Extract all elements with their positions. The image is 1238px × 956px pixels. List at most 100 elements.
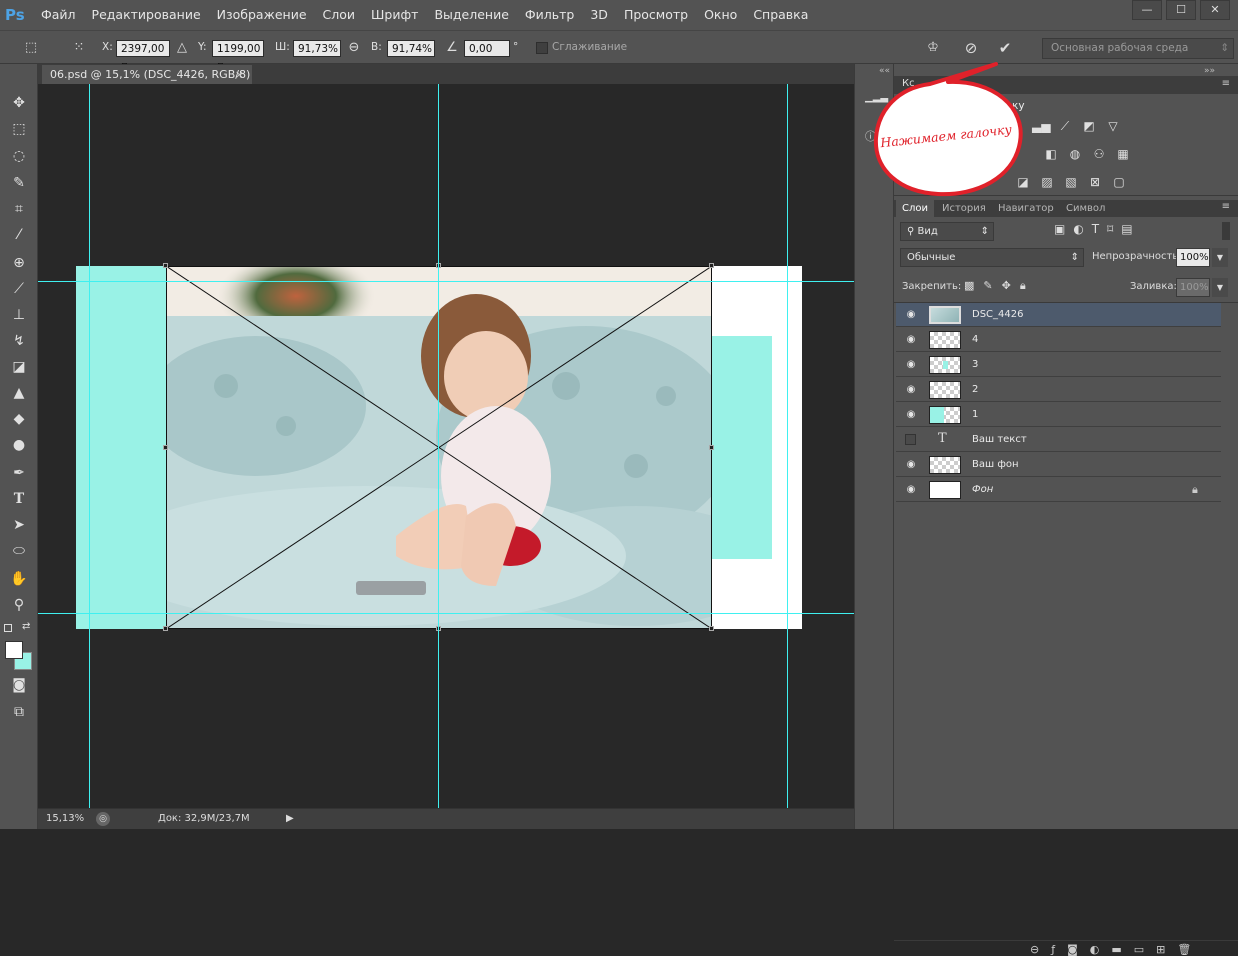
fill-dropdown-icon[interactable]: ▼ bbox=[1212, 278, 1228, 297]
layer-name[interactable]: Ваш текст bbox=[972, 428, 1027, 452]
menu-edit[interactable]: Редактирование bbox=[84, 0, 209, 30]
layers-panel-menu-icon[interactable]: ≡ bbox=[1222, 201, 1230, 212]
menu-filter[interactable]: Фильтр bbox=[517, 0, 582, 30]
lasso-tool-icon[interactable]: ◌ bbox=[7, 145, 31, 167]
expand-arrows-icon[interactable]: »» bbox=[1204, 66, 1215, 76]
zoom-tool-icon[interactable]: ⚲ bbox=[7, 594, 31, 616]
visibility-toggle-off[interactable] bbox=[905, 434, 916, 445]
eraser-tool-icon[interactable]: ◪ bbox=[7, 356, 31, 378]
posterize-icon[interactable]: ▨ bbox=[1038, 174, 1056, 190]
maximize-button[interactable]: ☐ bbox=[1166, 0, 1196, 20]
gradient-fill-icon[interactable]: ▢ bbox=[1110, 174, 1128, 190]
height-field[interactable]: 91,74% bbox=[387, 40, 435, 57]
layer-row-2[interactable]: ◉ 2 bbox=[896, 378, 1221, 402]
layer-name[interactable]: Ваш фон bbox=[972, 453, 1019, 477]
angle-field[interactable]: 0,00 bbox=[464, 40, 510, 57]
default-colors-icon[interactable] bbox=[4, 624, 12, 632]
minimize-button[interactable]: — bbox=[1132, 0, 1162, 20]
black-white-icon[interactable]: ◧ bbox=[1042, 146, 1060, 162]
y-field[interactable]: 1199,00 п bbox=[212, 40, 264, 72]
eye-icon[interactable]: ◉ bbox=[904, 484, 918, 496]
transform-handle-tl[interactable] bbox=[163, 263, 168, 268]
menu-type[interactable]: Шрифт bbox=[363, 0, 426, 30]
crop-tool-icon[interactable]: ⌗ bbox=[7, 198, 31, 220]
layer-row-dsc4426[interactable]: ◉ DSC_4426 bbox=[896, 303, 1221, 327]
blur-tool-icon[interactable]: ◆ bbox=[7, 408, 31, 430]
guide-vertical[interactable] bbox=[787, 84, 788, 808]
transform-handle-tr[interactable] bbox=[709, 263, 714, 268]
panel-menu-icon[interactable]: ≡ bbox=[1222, 78, 1230, 89]
layer-name[interactable]: 1 bbox=[972, 403, 978, 427]
layer-filter-icons[interactable]: ▣◐T⌑▤ bbox=[1054, 222, 1141, 236]
threshold-icon[interactable]: ▧ bbox=[1062, 174, 1080, 190]
eye-icon[interactable]: ◉ bbox=[904, 459, 918, 471]
zoom-level[interactable]: 15,13% bbox=[46, 809, 84, 829]
paint-bucket-tool-icon[interactable]: ▲ bbox=[7, 382, 31, 404]
antialias-checkbox[interactable] bbox=[536, 42, 548, 54]
menu-window[interactable]: Окно bbox=[696, 0, 745, 30]
lock-icons[interactable]: ▩✎✥🔒︎ bbox=[964, 279, 1035, 293]
transform-handle-right[interactable] bbox=[709, 445, 714, 450]
layer-name[interactable]: Фон bbox=[972, 478, 993, 502]
exposure-icon[interactable]: ◩ bbox=[1080, 118, 1098, 134]
layer-row-background-fill[interactable]: ◉ Ваш фон bbox=[896, 453, 1221, 477]
eye-icon[interactable]: ◉ bbox=[904, 334, 918, 346]
brush-tool-icon[interactable]: ⟋ bbox=[7, 278, 31, 300]
eye-icon[interactable]: ◉ bbox=[904, 409, 918, 421]
transform-handle-bl[interactable] bbox=[163, 626, 168, 631]
menu-3d[interactable]: 3D bbox=[582, 0, 616, 30]
eye-icon[interactable]: ◉ bbox=[904, 309, 918, 321]
tab-history[interactable]: История bbox=[936, 200, 992, 217]
x-field[interactable]: 2397,00 п bbox=[116, 40, 170, 72]
move-tool-icon[interactable]: ✥ bbox=[7, 92, 31, 114]
filter-toggle[interactable] bbox=[1222, 222, 1230, 240]
canvas-area[interactable] bbox=[38, 84, 854, 808]
path-select-tool-icon[interactable]: ➤ bbox=[7, 514, 31, 536]
pen-tool-icon[interactable]: ✒ bbox=[7, 462, 31, 484]
workspace-select[interactable]: Основная рабочая среда ⇕ bbox=[1042, 38, 1234, 59]
layer-name[interactable]: 3 bbox=[972, 353, 978, 377]
tab-character[interactable]: Символ bbox=[1060, 200, 1111, 217]
hand-tool-icon[interactable]: ✋ bbox=[7, 568, 31, 590]
quick-mask-icon[interactable]: ◙ bbox=[7, 674, 31, 696]
history-brush-tool-icon[interactable]: ↯ bbox=[7, 330, 31, 352]
transform-tool-icon[interactable]: ⬚ bbox=[22, 39, 40, 57]
guide-horizontal[interactable] bbox=[38, 281, 854, 282]
tab-navigator[interactable]: Навигатор bbox=[992, 200, 1060, 217]
delta-icon[interactable]: △ bbox=[173, 39, 191, 57]
guide-horizontal[interactable] bbox=[38, 613, 854, 614]
layer-row-background[interactable]: ◉ Фон 🔒︎ bbox=[896, 478, 1221, 502]
warp-icon[interactable]: ♔ bbox=[924, 39, 942, 57]
transform-handle-br[interactable] bbox=[709, 626, 714, 631]
opacity-field[interactable]: 100% bbox=[1176, 248, 1210, 267]
menu-select[interactable]: Выделение bbox=[426, 0, 516, 30]
selective-color-icon[interactable]: ⊠ bbox=[1086, 174, 1104, 190]
swap-colors-icon[interactable]: ⇄ bbox=[22, 621, 30, 632]
document-tab[interactable]: 06.psd @ 15,1% (DSC_4426, RGB/8) × bbox=[42, 65, 252, 84]
dodge-tool-icon[interactable]: ● bbox=[7, 434, 31, 456]
share-icon[interactable]: ◎ bbox=[96, 812, 110, 826]
layer-name[interactable]: DSC_4426 bbox=[972, 303, 1023, 327]
cancel-transform-icon[interactable]: ⊘ bbox=[962, 39, 980, 57]
blend-mode-select[interactable]: Обычные ⇕ bbox=[900, 248, 1084, 267]
levels-icon[interactable]: ▃▅ bbox=[1032, 118, 1050, 134]
tab-layers[interactable]: Слои bbox=[896, 200, 934, 217]
link-icon[interactable]: ⊖ bbox=[345, 39, 363, 57]
status-menu-arrow-icon[interactable]: ▶ bbox=[286, 809, 294, 829]
gradient-map-icon[interactable]: ▽ bbox=[1104, 118, 1122, 134]
menu-view[interactable]: Просмотр bbox=[616, 0, 696, 30]
layer-row-1[interactable]: ◉ 1 bbox=[896, 403, 1221, 427]
layer-filter-select[interactable]: ⚲ Вид ⇕ bbox=[900, 222, 994, 241]
layer-name[interactable]: 2 bbox=[972, 378, 978, 402]
foreground-color-swatch[interactable] bbox=[5, 641, 23, 659]
ellipse-tool-icon[interactable]: ⬭ bbox=[7, 540, 31, 562]
menu-layers[interactable]: Слои bbox=[315, 0, 364, 30]
fill-field[interactable]: 100% bbox=[1176, 278, 1210, 297]
guide-vertical[interactable] bbox=[89, 84, 90, 808]
marquee-tool-icon[interactable]: ⬚ bbox=[7, 118, 31, 140]
quick-select-tool-icon[interactable]: ✎ bbox=[7, 172, 31, 194]
layer-name[interactable]: 4 bbox=[972, 328, 978, 352]
menu-help[interactable]: Справка bbox=[745, 0, 816, 30]
commit-transform-icon[interactable]: ✔ bbox=[996, 39, 1014, 57]
close-tab-icon[interactable]: × bbox=[235, 65, 244, 84]
